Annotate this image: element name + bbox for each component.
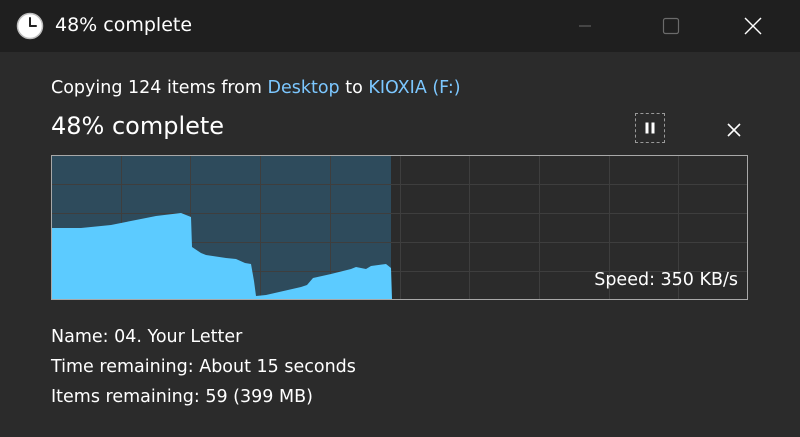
source-link[interactable]: Desktop [268,78,340,98]
maximize-icon [662,17,680,35]
copy-progress-dialog: 48% complete Copying 124 items from Desk… [0,0,800,437]
progress-label: 48% complete [51,112,225,140]
speed-readout: Speed: 350 KB/s [594,270,738,290]
items-value: 59 (399 MB) [205,387,313,407]
dialog-content: Copying 124 items from Desktop to KIOXIA… [0,52,800,437]
detail-items: Items remaining: 59 (399 MB) [51,382,356,412]
time-value: About 15 seconds [199,357,356,377]
transfer-details: Name: 04. Your Letter Time remaining: Ab… [51,322,356,412]
maximize-button[interactable] [631,0,711,52]
title-bar[interactable]: 48% complete [0,0,800,52]
clock-icon [16,12,44,40]
close-icon [744,17,762,35]
minimize-icon [579,25,591,27]
copy-prefix: Copying 124 items from [51,78,268,98]
window-title: 48% complete [55,14,193,36]
detail-time: Time remaining: About 15 seconds [51,352,356,382]
copy-middle: to [339,78,369,98]
close-icon [727,123,741,137]
pause-icon [645,122,655,134]
cancel-button[interactable] [718,116,750,144]
destination-link[interactable]: KIOXIA (F:) [368,78,460,98]
items-label: Items remaining: [51,387,206,407]
copy-summary: Copying 124 items from Desktop to KIOXIA… [51,78,461,98]
detail-name: Name: 04. Your Letter [51,322,356,352]
name-value: 04. Your Letter [114,327,243,347]
name-label: Name: [51,327,115,347]
pause-button[interactable] [635,113,665,143]
close-button[interactable] [713,0,793,52]
time-label: Time remaining: [51,357,200,377]
minimize-button[interactable] [545,0,625,52]
